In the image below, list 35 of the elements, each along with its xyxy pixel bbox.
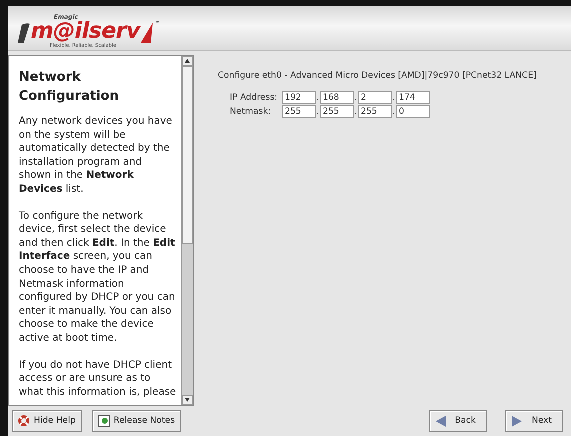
dot-separator: . (354, 92, 358, 102)
octet-field[interactable]: 2 (358, 91, 392, 104)
octet-field[interactable]: 192 (282, 91, 316, 104)
help-paragraph: To configure the network device, first select the device and then click Edit. In the Edit Interface screen, you can choose to have the IP and Netmask information configured by DHCP or you can enter it manually. You can also choose to make the device active at boot time. (19, 210, 176, 346)
dot-separator: . (316, 106, 320, 116)
help-paragraph: Any network devices you have on the system will be automatically detected by the installation program and shown in the Network Devices list. (19, 115, 174, 197)
help-title: Network Configuration (19, 69, 120, 106)
back-button[interactable]: Back (429, 410, 487, 432)
dot-separator: . (392, 106, 396, 116)
octet-field[interactable]: 0 (396, 105, 430, 118)
swoosh-icon (18, 23, 30, 43)
field-label: IP Address: (230, 92, 279, 102)
swoosh-icon (141, 23, 154, 43)
document-icon (98, 415, 110, 427)
octet-field[interactable]: 168 (320, 91, 354, 104)
arrow-right-icon (512, 416, 522, 426)
dot-separator: . (354, 106, 358, 116)
lifebuoy-icon (18, 415, 30, 427)
dot-separator: . (392, 92, 396, 102)
release-notes-button[interactable]: Release Notes (92, 410, 182, 432)
octet-field[interactable]: 174 (396, 91, 430, 104)
next-button[interactable]: Next (505, 410, 563, 432)
field-label: Netmask: (230, 106, 272, 116)
arrow-down-icon[interactable] (185, 398, 190, 402)
help-paragraph: If you do not have DHCP client access or are unsure as to what this information is, please (19, 358, 177, 400)
logo-name: m@ilserv (31, 21, 140, 43)
hide-help-button[interactable]: Hide Help (12, 410, 82, 432)
octet-field[interactable]: 255 (282, 105, 316, 118)
arrow-left-icon (436, 416, 446, 426)
octet-field[interactable]: 255 (320, 105, 354, 118)
config-heading: Configure eth0 - Advanced Micro Devices [AMD]|79c970 [PCnet32 LANCE] (218, 71, 538, 81)
octet-field[interactable]: 255 (358, 105, 392, 118)
dot-separator: . (316, 92, 320, 102)
scrollbar[interactable] (181, 56, 193, 405)
arrow-up-icon[interactable] (185, 59, 190, 63)
